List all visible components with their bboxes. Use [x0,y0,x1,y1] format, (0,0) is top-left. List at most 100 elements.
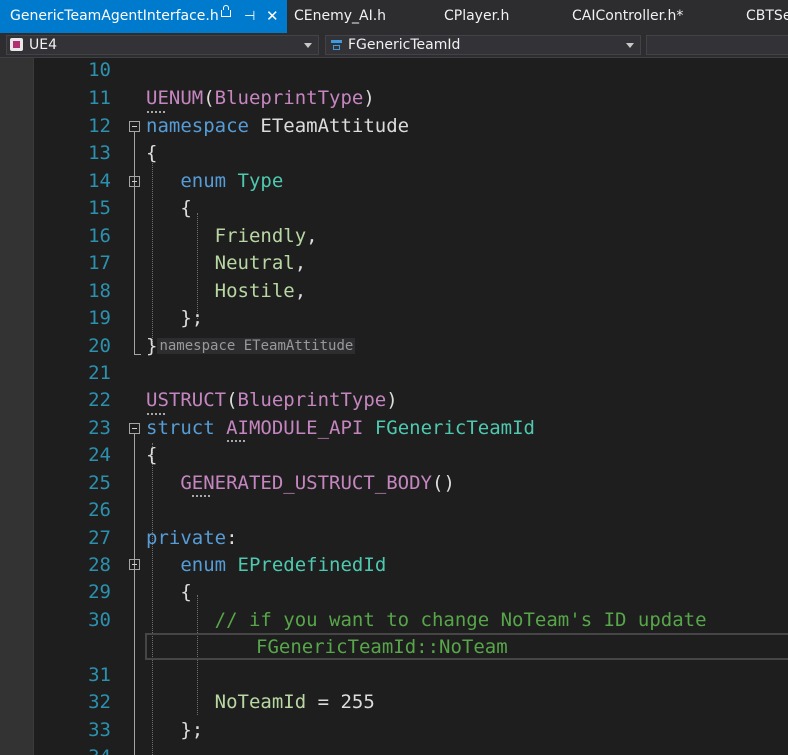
line-number: 19 [88,307,111,329]
enumerator-token: Neutral [214,252,295,274]
intellisense-hint-dots [147,411,165,415]
enumerator-token: Hostile [214,280,295,302]
code-line-wrapped: FGenericTeamId::NoTeam [0,635,788,662]
code-line: 21 [0,361,788,388]
tab-generic-team-agent-interface[interactable]: GenericTeamAgentInterface.h ⊣ ✕ [0,0,287,33]
tab-cbtse[interactable]: CBTSe [740,0,788,33]
scope-dropdown[interactable]: FGenericTeamId [325,35,641,55]
line-number: 33 [88,719,111,741]
code-line: 12 namespace ETeamAttitude [0,114,788,141]
specifier-token: BlueprintType [214,87,364,109]
intellisense-hint-dots [192,493,210,497]
member-dropdown[interactable] [646,35,788,55]
chevron-down-icon [626,43,634,48]
project-icon [10,38,23,51]
scope-dropdown-value: FGenericTeamId [348,37,461,53]
code-line: 25 GENERATED_USTRUCT_BODY() [0,471,788,498]
line-number: 15 [88,197,111,219]
code-line: 22 USTRUCT(BlueprintType) [0,388,788,415]
line-number: 20 [88,335,111,357]
code-line: 20 } namespace ETeamAttitude [0,334,788,361]
tab-cenemy-ai[interactable]: CEnemy_AI.h [287,0,417,33]
tab-label: CPlayer.h [444,8,510,24]
code-line: 32 NoTeamId = 255 [0,690,788,717]
identifier-token: ETeamAttitude [260,115,410,137]
tab-label: CEnemy_AI.h [294,8,387,24]
code-line: 17 Neutral, [0,251,788,278]
code-line: 28 enum EPredefinedId [0,553,788,580]
intellisense-hint-dots [227,438,245,442]
macro-token: GENERATED_USTRUCT_BODY [180,472,432,494]
code-line: 33 }; [0,718,788,745]
enumerator-token: NoTeamId [214,691,307,713]
document-tab-strip: GenericTeamAgentInterface.h ⊣ ✕ CEnemy_A… [0,0,788,33]
line-number: 21 [88,362,111,384]
tab-label: GenericTeamAgentInterface.h [10,8,219,24]
line-number: 14 [88,170,111,192]
struct-icon [331,40,342,50]
keyword-token: enum [180,170,227,192]
code-line: 26 [0,498,788,525]
line-number: 28 [88,554,111,576]
project-dropdown[interactable]: UE4 [6,35,319,55]
enumerator-token: Friendly [214,225,307,247]
keyword-token: struct [146,417,215,439]
pin-icon[interactable]: ⊣ [244,0,255,33]
macro-token: UENUM [146,87,204,109]
line-number: 22 [88,389,111,411]
macro-token: AIMODULE_API [226,417,364,439]
tab-label: CAIController.h* [572,8,684,24]
type-token: EPredefinedId [237,554,387,576]
lock-icon [221,5,231,17]
code-line: 14 enum Type [0,169,788,196]
line-number: 24 [88,444,111,466]
tab-caicontroller[interactable]: CAIController.h* [565,0,735,33]
code-editor[interactable]: 10 11 UENUM(BlueprintType) 12 namespace … [0,58,788,755]
keyword-token: namespace [146,115,249,137]
line-number: 27 [88,527,111,549]
number-literal: 255 [340,691,375,713]
line-number: 30 [88,609,111,631]
code-line: 19 }; [0,306,788,333]
line-number: 26 [88,499,111,521]
code-line: 30 // if you want to change NoTeam's ID … [0,608,788,635]
line-number: 23 [88,417,111,439]
code-line: 16 Friendly, [0,224,788,251]
specifier-token: BlueprintType [237,389,387,411]
type-token: FGenericTeamId [374,417,535,439]
comment-token: // if you want to change NoTeam's ID upd… [214,609,707,631]
end-of-scope-hint: namespace ETeamAttitude [157,338,356,354]
line-number: 32 [88,691,111,713]
tab-cplayer[interactable]: CPlayer.h [437,0,557,33]
chevron-down-icon [304,43,312,48]
line-number: 11 [88,87,111,109]
line-number: 31 [88,664,111,686]
line-number: 25 [88,472,111,494]
code-line: 27 private: [0,526,788,553]
line-number: 18 [88,280,111,302]
navigation-bar: UE4 FGenericTeamId [0,33,788,58]
keyword-token: enum [180,554,227,576]
intellisense-hint-dots [147,109,165,113]
line-number: 34 [34,746,111,755]
comment-token: FGenericTeamId::NoTeam [256,636,508,658]
line-number: 29 [88,581,111,603]
line-number: 16 [88,225,111,247]
macro-token: USTRUCT [146,389,227,411]
code-line: 31 [0,663,788,690]
code-line: 29 { [0,580,788,607]
code-line: 23 struct AIMODULE_API FGenericTeamId [0,416,788,443]
line-number: 17 [88,252,111,274]
type-token: Type [237,170,284,192]
code-line: 18 Hostile, [0,279,788,306]
code-line: 34 [0,745,788,755]
close-icon[interactable]: ✕ [266,0,279,33]
keyword-token: private [146,527,227,549]
code-line: 15 { [0,196,788,223]
code-line: 10 [0,58,788,85]
code-line: 13 { [0,141,788,168]
code-line: 11 UENUM(BlueprintType) [0,86,788,113]
code-line: 24 { [0,443,788,470]
tab-label: CBTSe [746,8,788,24]
line-number: 10 [88,59,111,81]
